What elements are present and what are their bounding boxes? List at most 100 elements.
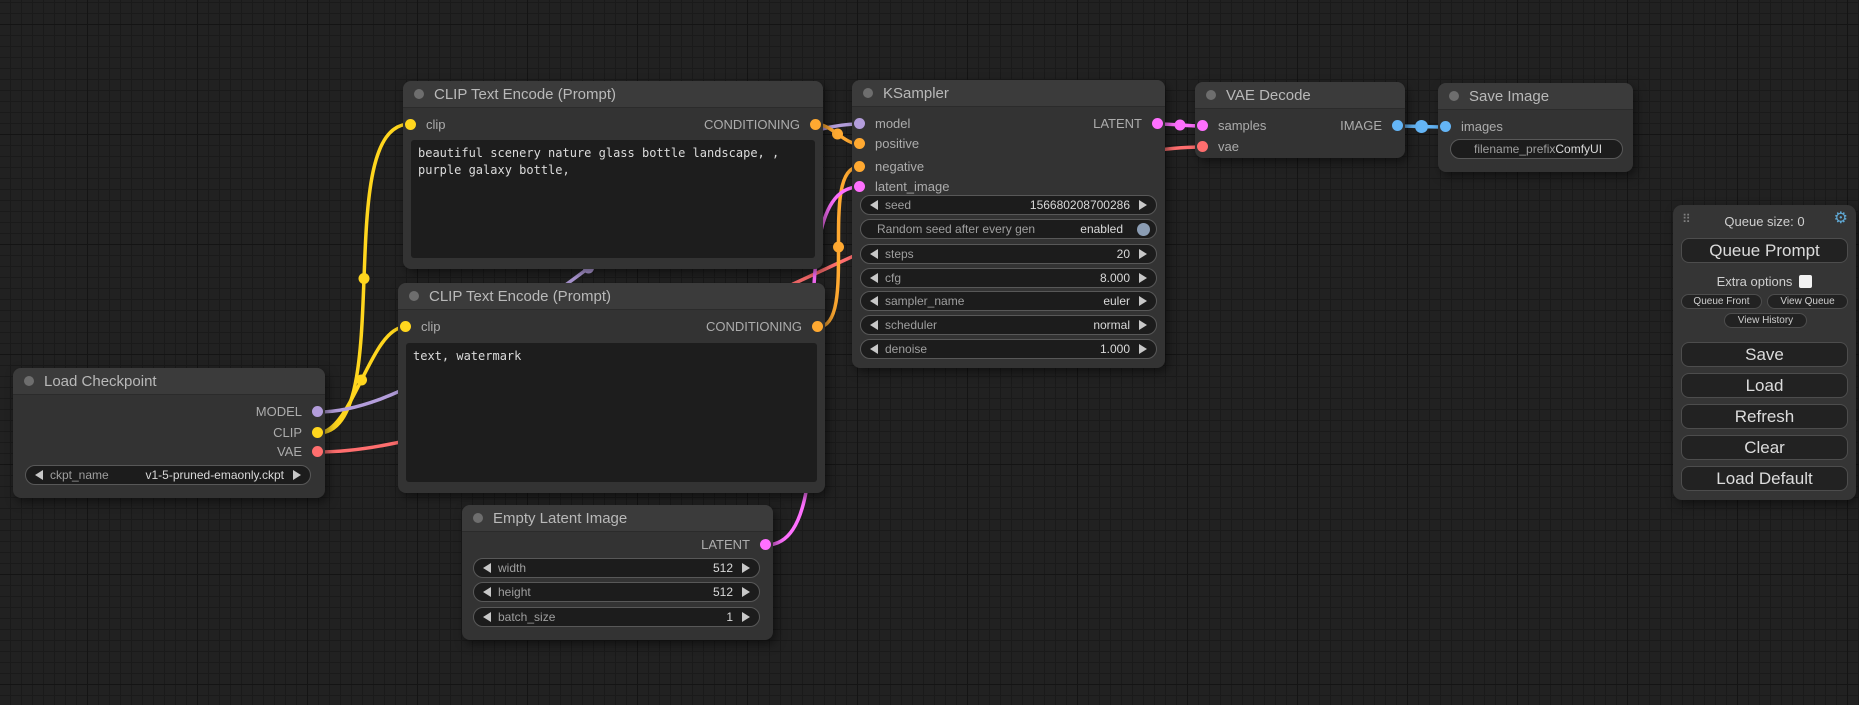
toggle-circle-icon[interactable]	[1137, 223, 1150, 236]
decrement-arrow-icon[interactable]	[870, 320, 878, 330]
input-port-clip[interactable]	[405, 119, 416, 130]
output-port-clip[interactable]	[312, 427, 323, 438]
decrement-arrow-icon[interactable]	[870, 249, 878, 259]
output-label: LATENT	[1093, 117, 1142, 130]
input-port-vae[interactable]	[1197, 141, 1208, 152]
increment-arrow-icon[interactable]	[1139, 200, 1147, 210]
filename-prefix-widget[interactable]: filename_prefix ComfyUI	[1450, 139, 1623, 159]
comfyui-canvas[interactable]: { "port_colors": { "MODEL": "#B39DDB", "…	[0, 0, 1859, 705]
output-label: CONDITIONING	[706, 320, 802, 333]
decrement-arrow-icon[interactable]	[483, 612, 491, 622]
node-clip-text-encode-positive[interactable]: CLIP Text Encode (Prompt) clip CONDITION…	[403, 81, 823, 269]
node-vae-decode[interactable]: VAE Decode samples vae IMAGE	[1195, 82, 1405, 158]
gear-icon[interactable]: ⚙	[1834, 211, 1848, 227]
prompt-textarea[interactable]: text, watermark	[406, 343, 817, 482]
widget-value: 512	[713, 561, 733, 575]
increment-arrow-icon[interactable]	[742, 563, 750, 573]
input-port-latent-image[interactable]	[854, 181, 865, 192]
output-port-model[interactable]	[312, 406, 323, 417]
widget-label: batch_size	[498, 610, 555, 624]
load-default-button[interactable]: Load Default	[1681, 466, 1848, 491]
cfg-widget[interactable]: cfg 8.000	[860, 268, 1157, 288]
clear-button[interactable]: Clear	[1681, 435, 1848, 460]
queue-front-button[interactable]: Queue Front	[1681, 294, 1762, 309]
widget-value: 8.000	[1100, 271, 1130, 285]
output-port-latent[interactable]	[760, 539, 771, 550]
widget-label: height	[498, 585, 531, 599]
widget-value: 512	[713, 585, 733, 599]
collapse-dot-icon[interactable]	[1449, 91, 1459, 101]
scheduler-widget[interactable]: scheduler normal	[860, 315, 1157, 335]
refresh-button[interactable]: Refresh	[1681, 404, 1848, 429]
width-widget[interactable]: width 512	[473, 558, 760, 578]
decrement-arrow-icon[interactable]	[870, 273, 878, 283]
ckpt-name-widget[interactable]: ckpt_name v1-5-pruned-emaonly.ckpt	[25, 465, 311, 485]
output-port-latent[interactable]	[1152, 118, 1163, 129]
save-button[interactable]: Save	[1681, 342, 1848, 367]
node-header[interactable]: Empty Latent Image	[462, 505, 773, 532]
denoise-widget[interactable]: denoise 1.000	[860, 339, 1157, 359]
steps-widget[interactable]: steps 20	[860, 244, 1157, 264]
input-port-positive[interactable]	[854, 138, 865, 149]
node-header[interactable]: Load Checkpoint	[13, 368, 325, 395]
input-label: samples	[1218, 119, 1266, 132]
node-header[interactable]: KSampler	[852, 80, 1165, 107]
collapse-dot-icon[interactable]	[409, 291, 419, 301]
input-port-negative[interactable]	[854, 161, 865, 172]
decrement-arrow-icon[interactable]	[483, 587, 491, 597]
collapse-dot-icon[interactable]	[24, 376, 34, 386]
node-header[interactable]: VAE Decode	[1195, 82, 1405, 109]
batch-size-widget[interactable]: batch_size 1	[473, 607, 760, 627]
queue-prompt-button[interactable]: Queue Prompt	[1681, 238, 1848, 263]
collapse-dot-icon[interactable]	[1206, 90, 1216, 100]
increment-arrow-icon[interactable]	[742, 587, 750, 597]
extra-options-checkbox[interactable]	[1799, 275, 1812, 288]
input-label: vae	[1218, 140, 1239, 153]
output-port-conditioning[interactable]	[810, 119, 821, 130]
collapse-dot-icon[interactable]	[414, 89, 424, 99]
view-queue-button[interactable]: View Queue	[1767, 294, 1848, 309]
input-port-images[interactable]	[1440, 121, 1451, 132]
view-history-button[interactable]: View History	[1724, 313, 1807, 328]
increment-arrow-icon[interactable]	[742, 612, 750, 622]
load-button[interactable]: Load	[1681, 373, 1848, 398]
collapse-dot-icon[interactable]	[863, 88, 873, 98]
output-port-conditioning[interactable]	[812, 321, 823, 332]
random-seed-toggle-widget[interactable]: Random seed after every gen enabled	[860, 219, 1157, 239]
input-port-samples[interactable]	[1197, 120, 1208, 131]
collapse-dot-icon[interactable]	[473, 513, 483, 523]
node-header[interactable]: CLIP Text Encode (Prompt)	[403, 81, 823, 108]
node-title: Save Image	[1469, 88, 1549, 105]
sampler-name-widget[interactable]: sampler_name euler	[860, 291, 1157, 311]
node-load-checkpoint[interactable]: Load Checkpoint MODEL CLIP VAE ckpt_name…	[13, 368, 325, 498]
prompt-textarea[interactable]: beautiful scenery nature glass bottle la…	[411, 140, 815, 258]
increment-arrow-icon[interactable]	[293, 470, 301, 480]
widget-value: euler	[1103, 294, 1130, 308]
output-port-image[interactable]	[1392, 120, 1403, 131]
decrement-arrow-icon[interactable]	[483, 563, 491, 573]
seed-widget[interactable]: seed 156680208700286	[860, 195, 1157, 215]
node-title: CLIP Text Encode (Prompt)	[429, 288, 611, 305]
node-empty-latent-image[interactable]: Empty Latent Image LATENT width 512 heig…	[462, 505, 773, 640]
decrement-arrow-icon[interactable]	[870, 344, 878, 354]
input-port-model[interactable]	[854, 118, 865, 129]
increment-arrow-icon[interactable]	[1139, 273, 1147, 283]
decrement-arrow-icon[interactable]	[870, 200, 878, 210]
decrement-arrow-icon[interactable]	[870, 296, 878, 306]
increment-arrow-icon[interactable]	[1139, 320, 1147, 330]
increment-arrow-icon[interactable]	[1139, 249, 1147, 259]
node-header[interactable]: CLIP Text Encode (Prompt)	[398, 283, 825, 310]
widget-value: enabled	[1080, 222, 1123, 236]
node-clip-text-encode-negative[interactable]: CLIP Text Encode (Prompt) clip CONDITION…	[398, 283, 825, 493]
decrement-arrow-icon[interactable]	[35, 470, 43, 480]
widget-label: seed	[885, 198, 911, 212]
output-label: CLIP	[273, 426, 302, 439]
node-ksampler[interactable]: KSampler model positive negative latent_…	[852, 80, 1165, 368]
increment-arrow-icon[interactable]	[1139, 344, 1147, 354]
increment-arrow-icon[interactable]	[1139, 296, 1147, 306]
height-widget[interactable]: height 512	[473, 582, 760, 602]
output-port-vae[interactable]	[312, 446, 323, 457]
node-save-image[interactable]: Save Image images filename_prefix ComfyU…	[1438, 83, 1633, 172]
node-header[interactable]: Save Image	[1438, 83, 1633, 110]
input-port-clip[interactable]	[400, 321, 411, 332]
